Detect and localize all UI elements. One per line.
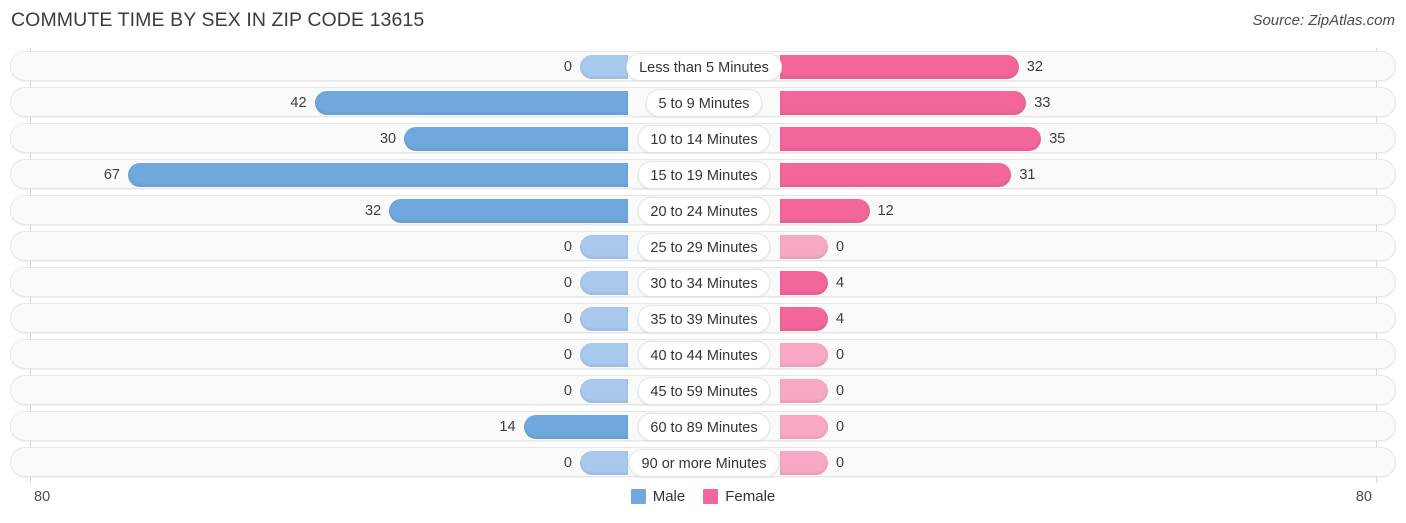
table-row: 0 4 30 to 34 Minutes — [10, 267, 1396, 297]
category-label: 40 to 44 Minutes — [637, 341, 771, 369]
legend-item-female[interactable]: Female — [703, 488, 775, 505]
table-row: 0 0 25 to 29 Minutes — [10, 231, 1396, 261]
bar-value-female: 33 — [1034, 95, 1051, 111]
chart-legend: Male Female — [0, 488, 1406, 505]
bar-value-female: 0 — [836, 239, 845, 255]
category-label: 25 to 29 Minutes — [637, 233, 771, 261]
bar-male — [314, 91, 628, 115]
category-label: 45 to 59 Minutes — [637, 377, 771, 405]
bar-male — [523, 415, 628, 439]
bar-value-male: 30 — [379, 131, 397, 147]
legend-label: Female — [725, 488, 776, 505]
bar-value-male: 14 — [499, 419, 516, 435]
bar-male — [580, 55, 628, 79]
bar-female — [780, 235, 828, 259]
category-label: 30 to 34 Minutes — [637, 269, 771, 297]
chart-plot-area: 0 32 Less than 5 Minutes 42 33 5 to 9 Minutes… — [0, 48, 1406, 483]
bar-value-male: 0 — [563, 239, 572, 255]
bar-value-female: 0 — [836, 347, 845, 363]
bar-female — [780, 379, 828, 403]
bar-male — [389, 199, 628, 223]
bar-female — [780, 451, 828, 475]
bar-female — [780, 271, 828, 295]
bar-male — [404, 127, 628, 151]
bar-female — [780, 91, 1027, 115]
bar-value-male: 32 — [365, 203, 382, 219]
chart-header: COMMUTE TIME BY SEX IN ZIP CODE 13615 So… — [0, 0, 1406, 40]
table-row: 32 12 20 to 24 Minutes — [10, 195, 1396, 225]
bar-value-female: 4 — [836, 311, 845, 327]
bar-value-male: 0 — [563, 311, 572, 327]
bar-female — [780, 199, 870, 223]
bar-value-male: 0 — [563, 275, 572, 291]
legend-swatch-icon — [703, 489, 719, 504]
bar-value-female: 32 — [1026, 59, 1043, 75]
bar-value-male: 0 — [563, 59, 572, 75]
bar-male — [580, 235, 628, 259]
bar-male — [580, 271, 628, 295]
bar-male — [580, 451, 628, 475]
source-attribution: Source: ZipAtlas.com — [1252, 12, 1395, 29]
table-row: 0 32 Less than 5 Minutes — [10, 51, 1396, 81]
bar-value-female: 0 — [836, 383, 845, 399]
bar-value-female: 0 — [836, 455, 845, 471]
bar-value-female: 35 — [1049, 131, 1066, 147]
table-row: 67 31 15 to 19 Minutes — [10, 159, 1396, 189]
table-row: 0 0 90 or more Minutes — [10, 447, 1396, 477]
bar-female — [780, 163, 1012, 187]
category-label: 35 to 39 Minutes — [637, 305, 771, 333]
bar-male — [580, 307, 628, 331]
table-row: 0 0 45 to 59 Minutes — [10, 375, 1396, 405]
legend-item-male[interactable]: Male — [630, 488, 686, 505]
legend-swatch-icon — [630, 489, 646, 504]
category-label: Less than 5 Minutes — [626, 53, 782, 81]
bar-value-male: 0 — [563, 455, 572, 471]
bar-value-male: 0 — [563, 383, 572, 399]
bar-female — [780, 415, 828, 439]
bar-male — [580, 343, 628, 367]
bar-female — [780, 343, 828, 367]
category-label: 90 or more Minutes — [628, 449, 780, 477]
bar-value-female: 0 — [836, 419, 845, 435]
table-row: 14 0 60 to 89 Minutes — [10, 411, 1396, 441]
category-label: 15 to 19 Minutes — [637, 161, 771, 189]
bar-value-female: 31 — [1019, 167, 1036, 183]
bar-female — [780, 307, 828, 331]
category-label: 10 to 14 Minutes — [637, 125, 771, 153]
bar-value-female: 12 — [877, 203, 894, 219]
table-row: 0 4 35 to 39 Minutes — [10, 303, 1396, 333]
bar-male — [580, 379, 628, 403]
bar-value-male: 42 — [290, 95, 307, 111]
bar-male — [128, 163, 628, 187]
page-title: COMMUTE TIME BY SEX IN ZIP CODE 13615 — [11, 9, 425, 31]
bar-value-male: 67 — [103, 167, 120, 183]
table-row: 0 0 40 to 44 Minutes — [10, 339, 1396, 369]
chart-footer: 80 80 Male Female — [0, 483, 1406, 523]
category-label: 20 to 24 Minutes — [637, 197, 771, 225]
category-label: 60 to 89 Minutes — [637, 413, 771, 441]
bar-female — [780, 55, 1019, 79]
category-label: 5 to 9 Minutes — [645, 89, 763, 117]
bar-value-female: 4 — [836, 275, 845, 291]
table-row: 30 35 10 to 14 Minutes — [10, 123, 1396, 153]
table-row: 42 33 5 to 9 Minutes — [10, 87, 1396, 117]
legend-label: Male — [652, 488, 686, 505]
bar-value-male: 0 — [563, 347, 572, 363]
bar-female — [780, 127, 1042, 151]
